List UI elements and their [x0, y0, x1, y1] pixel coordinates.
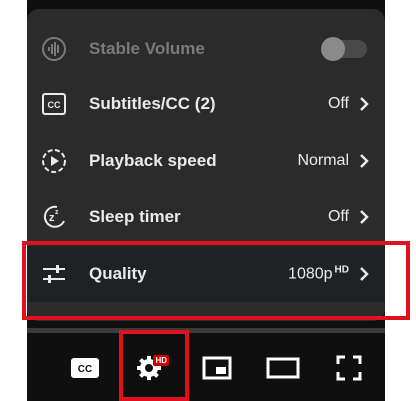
sleep-timer-icon: z z — [39, 202, 69, 232]
toggle-knob — [321, 37, 345, 61]
subtitles-button[interactable]: CC — [63, 346, 107, 390]
menu-item-label: Sleep timer — [89, 207, 181, 226]
chevron-right-icon — [360, 154, 369, 168]
fullscreen-icon — [336, 355, 362, 381]
quality-highlight-box — [22, 241, 410, 320]
menu-item-value: Normal — [297, 152, 349, 169]
fullscreen-button[interactable] — [327, 346, 371, 390]
miniplayer-button[interactable] — [195, 346, 239, 390]
menu-item-label: Playback speed — [89, 151, 217, 170]
chevron-right-icon — [360, 210, 369, 224]
svg-text:z: z — [55, 209, 59, 216]
subtitles-cc-icon: CC — [39, 89, 69, 119]
menu-item-stable-volume[interactable]: Stable Volume — [27, 21, 385, 77]
miniplayer-icon — [202, 356, 232, 380]
menu-item-subtitles[interactable]: CC Subtitles/CC (2) Off — [27, 76, 385, 132]
player-controls: CC HD — [27, 338, 385, 401]
menu-item-label: Subtitles/CC (2) — [89, 94, 216, 113]
menu-item-value: Off — [327, 95, 349, 112]
menu-item-playback-speed[interactable]: Playback speed Normal — [27, 133, 385, 189]
svg-text:CC: CC — [78, 364, 92, 375]
menu-item-label: Stable Volume — [89, 39, 205, 58]
subtitles-cc-icon: CC — [71, 358, 99, 378]
menu-item-sleep-timer[interactable]: z z Sleep timer Off — [27, 189, 385, 245]
menu-item-value: Off — [327, 208, 349, 225]
settings-highlight-box — [119, 330, 189, 401]
playback-speed-icon — [39, 146, 69, 176]
chevron-right-icon — [360, 97, 369, 111]
stable-volume-icon — [39, 34, 69, 64]
theater-mode-button[interactable] — [261, 346, 305, 390]
progress-bar[interactable] — [27, 328, 385, 333]
stable-volume-toggle[interactable] — [321, 37, 367, 61]
svg-text:CC: CC — [48, 100, 61, 110]
theater-mode-icon — [266, 357, 300, 379]
